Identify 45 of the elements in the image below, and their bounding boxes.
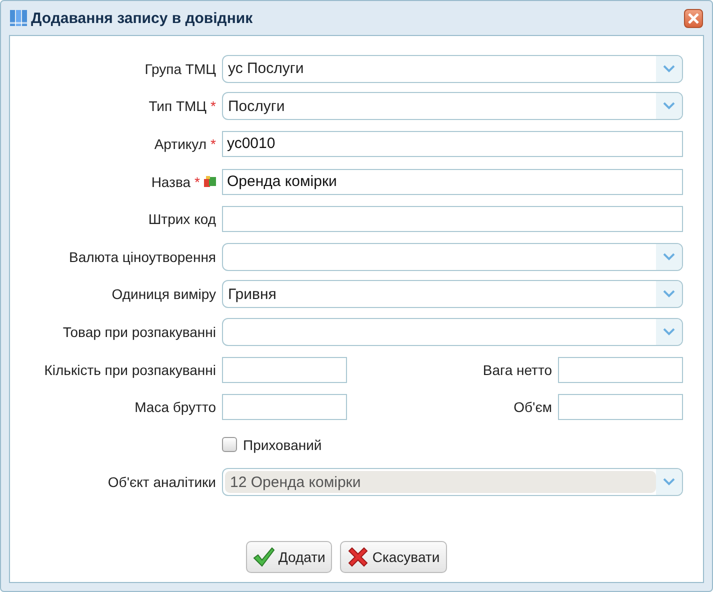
field-label: Назва: [151, 174, 191, 190]
dropdown-field[interactable]: [222, 318, 683, 346]
field-label: Об'єм: [512, 399, 552, 416]
cancel-button[interactable]: Скасувати: [340, 541, 447, 574]
field-label: Валюта ціноутворення: [69, 248, 216, 265]
dropdown-field[interactable]: [222, 242, 683, 271]
close-button[interactable]: [684, 8, 703, 28]
text-field[interactable]: [222, 394, 347, 420]
dropdown-field[interactable]: Послуги: [222, 92, 683, 120]
checkbox-label: Прихований: [243, 436, 322, 453]
close-icon: [688, 12, 699, 24]
field-label: Об'єкт аналітики: [108, 474, 216, 490]
add-button[interactable]: Додати: [246, 541, 332, 574]
text-field[interactable]: ус0010: [222, 130, 683, 157]
required-mark: *: [194, 174, 200, 190]
chevron-down-icon: [663, 328, 675, 336]
chevron-down-icon: [663, 102, 675, 110]
app-icon: [9, 8, 29, 28]
text-field[interactable]: Оренда комірки: [222, 168, 683, 195]
text-field[interactable]: [558, 394, 683, 420]
field-label: Маса брутто: [134, 399, 216, 416]
field-label: Артикул: [154, 136, 207, 152]
chevron-down-icon: [663, 478, 675, 486]
window-title: Додавання запису в довідник: [31, 10, 254, 26]
field-label: Товар при розпакуванні: [62, 324, 216, 340]
field-label: Вага нетто: [482, 362, 552, 378]
field-label: Кількість при розпакуванні: [44, 362, 216, 378]
required-mark: *: [210, 136, 216, 152]
chevron-down-icon: [663, 64, 675, 73]
cross-icon: [347, 546, 370, 568]
checkbox[interactable]: [222, 437, 237, 452]
translate-icon[interactable]: [204, 176, 216, 188]
text-field[interactable]: [222, 356, 347, 383]
text-field[interactable]: [558, 356, 683, 383]
chevron-down-icon: [663, 290, 675, 298]
field-label: Штрих код: [148, 211, 216, 228]
chevron-down-icon: [663, 252, 675, 261]
field-label: Група ТМЦ: [144, 60, 216, 77]
text-field[interactable]: [222, 206, 683, 232]
field-label: Одиниця виміру: [112, 286, 216, 302]
dropdown-field[interactable]: Гривня: [222, 280, 683, 308]
dropdown-field[interactable]: ус Послуги: [222, 54, 683, 83]
checkmark-icon: [253, 547, 276, 568]
field-label: Тип ТМЦ: [148, 98, 207, 114]
required-mark: *: [210, 98, 216, 114]
